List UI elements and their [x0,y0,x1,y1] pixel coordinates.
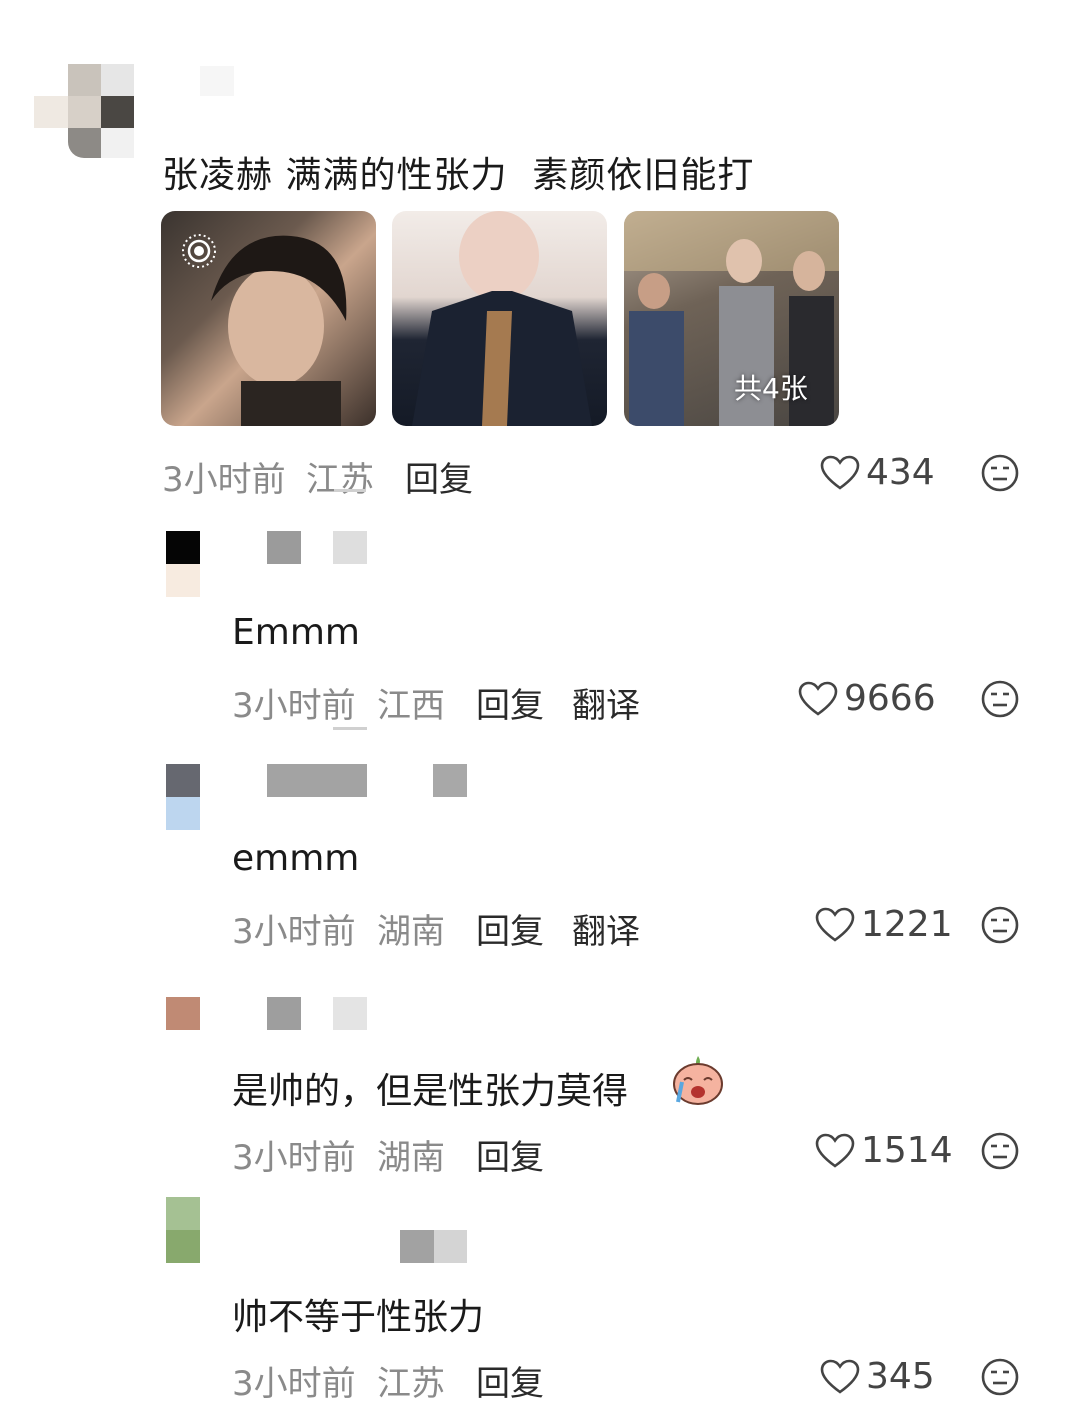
main-emoji-react-button[interactable] [980,453,1020,497]
emoji-react-button[interactable] [980,1357,1020,1401]
reply-avatar[interactable] [166,997,200,1030]
reply-button[interactable]: 回复 [476,678,544,727]
heart-icon [815,1133,855,1168]
neutral-face-icon [981,680,1019,718]
comment-image-1[interactable] [161,211,376,426]
like-count: 9666 [844,678,936,719]
reply-username-blurred-part [433,764,467,797]
reply-time: 3小时前 [232,686,356,726]
neutral-face-icon [981,454,1019,492]
main-comment-time: 3小时前 [162,460,286,500]
reply-username-blurred-part [434,1230,467,1263]
crying-peach-emoji [670,1052,726,1106]
main-comment-text: 张凌赫 满满的性张力 素颜依旧能打 [162,155,755,196]
image-count-label: 共4张 [734,372,808,405]
reply-location: 湖南 [377,912,445,952]
reply-button[interactable]: 回复 [476,1130,544,1179]
reply-avatar[interactable] [166,531,200,597]
reply-username-blurred[interactable] [267,531,301,564]
reply-avatar[interactable] [166,1197,200,1263]
main-like-button[interactable]: 434 [820,452,935,493]
reply-username-blurred[interactable] [400,1230,434,1263]
reply-text: emmm [232,838,360,879]
like-button[interactable]: 1221 [815,904,953,945]
main-username-blurred[interactable] [200,66,234,96]
heart-icon [820,455,860,490]
heart-icon [820,1359,860,1394]
reply-username-blurred[interactable] [267,764,367,797]
main-reply-button[interactable]: 回复 [405,452,473,501]
like-button[interactable]: 9666 [798,678,936,719]
reply-location: 江苏 [377,1364,445,1404]
reply-username-blurred-part [333,531,367,564]
emoji-react-button[interactable] [980,679,1020,723]
neutral-face-icon [981,1358,1019,1396]
reply-text: 是帅的，但是性张力莫得 [232,1071,629,1112]
reply-location: 江西 [377,686,445,726]
reply-time: 3小时前 [232,1138,356,1178]
reply-location: 湖南 [377,1138,445,1178]
like-button[interactable]: 1514 [815,1130,953,1171]
main-comment-location: 江苏 [306,460,374,500]
emoji-react-button[interactable] [980,905,1020,949]
like-count: 345 [866,1356,935,1397]
main-like-count: 434 [866,452,935,493]
reply-username-blurred-part [333,997,367,1030]
translate-button[interactable]: 翻译 [572,904,640,953]
reply-button[interactable]: 回复 [476,904,544,953]
comment-image-3[interactable]: 共4张 [624,211,839,426]
neutral-face-icon [981,1132,1019,1170]
heart-icon [798,681,838,716]
live-photo-icon [181,233,217,269]
like-count: 1221 [861,904,953,945]
neutral-face-icon [981,906,1019,944]
heart-icon [815,907,855,942]
reply-button[interactable]: 回复 [476,1356,544,1405]
reply-time: 3小时前 [232,1364,356,1404]
like-count: 1514 [861,1130,953,1171]
reply-avatar[interactable] [166,764,200,830]
comment-image-2[interactable] [392,211,607,426]
main-avatar[interactable] [34,64,134,158]
translate-button[interactable]: 翻译 [572,678,640,727]
reply-time: 3小时前 [232,912,356,952]
reply-text: Emmm [232,612,360,653]
reply-text: 帅不等于性张力 [232,1297,485,1338]
emoji-react-button[interactable] [980,1131,1020,1175]
reply-username-blurred[interactable] [267,997,301,1030]
like-button[interactable]: 345 [820,1356,935,1397]
